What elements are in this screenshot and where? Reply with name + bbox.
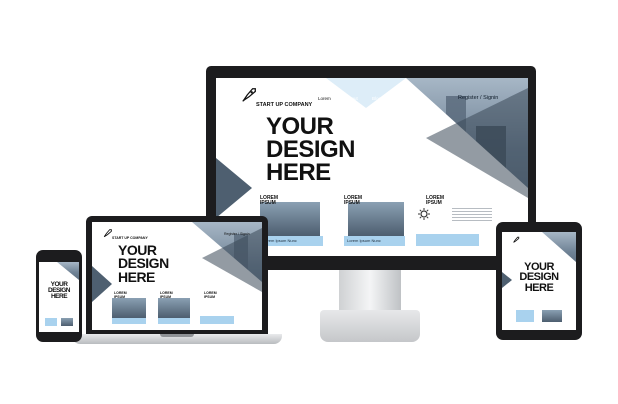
phone: YOUR DESIGN HERE: [0, 0, 618, 404]
phone-image-1: [45, 318, 57, 326]
phone-hero-headline: YOUR DESIGN HERE: [39, 281, 79, 301]
phone-image-2: [61, 318, 73, 326]
phone-screen: YOUR DESIGN HERE: [39, 262, 79, 332]
phone-headline-line-3: HERE: [50, 293, 68, 301]
